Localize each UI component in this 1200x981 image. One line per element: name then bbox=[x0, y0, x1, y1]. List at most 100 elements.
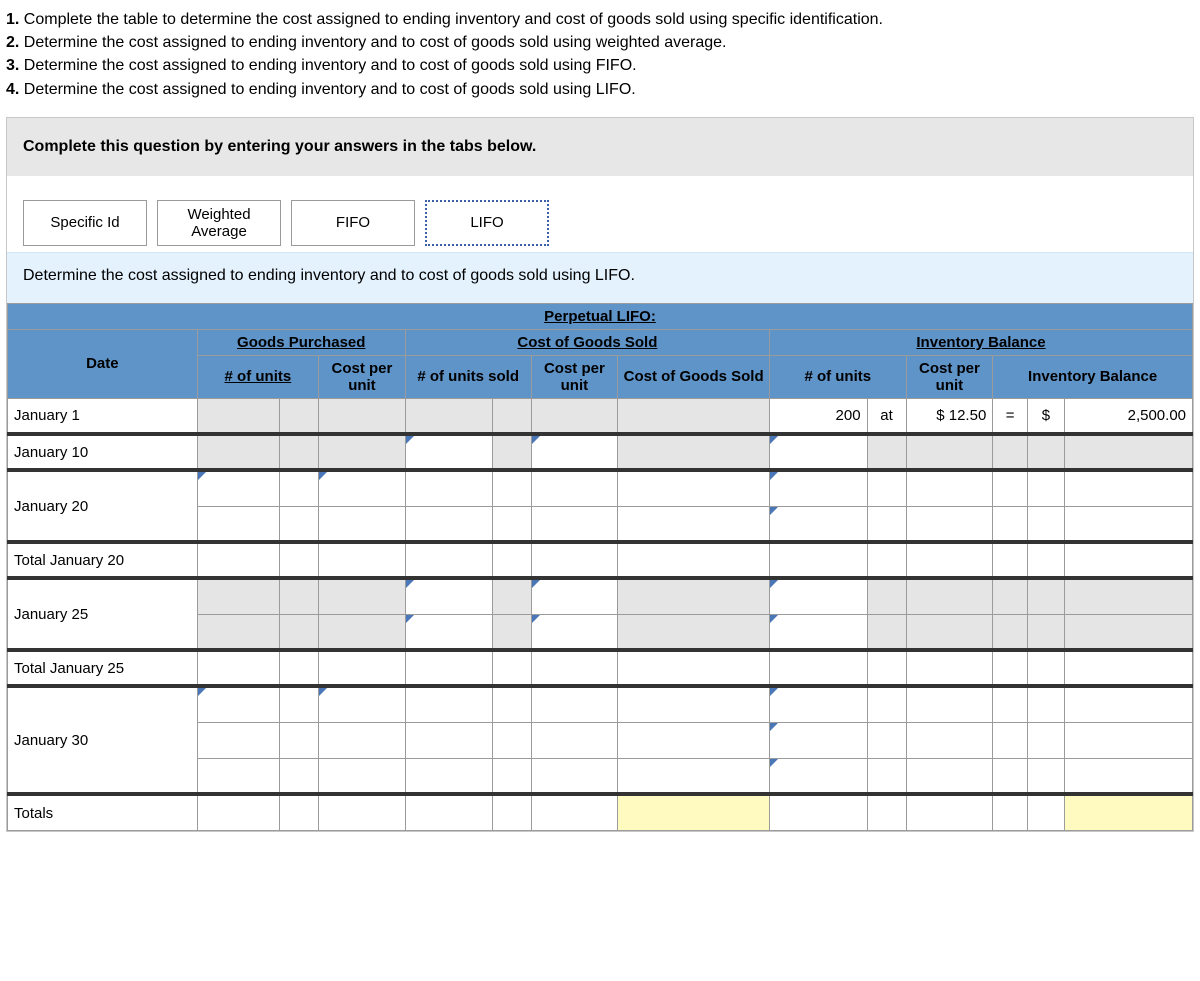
cell bbox=[867, 614, 906, 650]
cell bbox=[405, 506, 492, 542]
input-cell[interactable] bbox=[770, 434, 868, 470]
cell bbox=[618, 542, 770, 578]
cell bbox=[405, 794, 492, 830]
jan1-units[interactable]: 200 bbox=[770, 398, 868, 434]
cell bbox=[867, 686, 906, 722]
cell bbox=[618, 758, 770, 794]
cell bbox=[531, 722, 618, 758]
input-cell[interactable] bbox=[770, 614, 868, 650]
cell bbox=[867, 434, 906, 470]
cell bbox=[993, 794, 1028, 830]
jan1-cur: $ bbox=[1027, 398, 1064, 434]
jan1-balance[interactable]: 2,500.00 bbox=[1064, 398, 1192, 434]
input-cell[interactable] bbox=[405, 434, 492, 470]
input-cell[interactable] bbox=[319, 470, 406, 506]
cell bbox=[1027, 686, 1064, 722]
col-gp-units: # of units bbox=[197, 355, 318, 398]
cell bbox=[405, 470, 492, 506]
cell bbox=[993, 470, 1028, 506]
cell bbox=[531, 506, 618, 542]
input-cell[interactable] bbox=[770, 578, 868, 614]
cell bbox=[197, 614, 279, 650]
cell bbox=[405, 650, 492, 686]
input-cell[interactable] bbox=[197, 686, 279, 722]
cell bbox=[1027, 722, 1064, 758]
cell bbox=[906, 794, 993, 830]
cell bbox=[906, 758, 993, 794]
input-cell[interactable] bbox=[770, 686, 868, 722]
cell bbox=[280, 614, 319, 650]
row-label-total-jan-25: Total January 25 bbox=[8, 650, 198, 686]
jan1-cpu[interactable]: $ 12.50 bbox=[906, 398, 993, 434]
input-cell[interactable] bbox=[770, 470, 868, 506]
totals-inventory-balance[interactable] bbox=[1064, 794, 1192, 830]
cell bbox=[319, 614, 406, 650]
cell bbox=[492, 650, 531, 686]
cell bbox=[197, 506, 279, 542]
cell bbox=[993, 542, 1028, 578]
cell bbox=[492, 578, 531, 614]
input-cell[interactable] bbox=[770, 506, 868, 542]
input-cell[interactable] bbox=[770, 758, 868, 794]
row-label-total-jan-20: Total January 20 bbox=[8, 542, 198, 578]
input-cell[interactable] bbox=[531, 614, 618, 650]
input-cell[interactable] bbox=[405, 614, 492, 650]
cell bbox=[197, 398, 279, 434]
input-cell[interactable] bbox=[319, 686, 406, 722]
cell bbox=[531, 398, 618, 434]
input-cell[interactable] bbox=[531, 578, 618, 614]
col-goods-purchased: Goods Purchased bbox=[197, 329, 405, 355]
row-label-totals: Totals bbox=[8, 794, 198, 830]
cell bbox=[618, 578, 770, 614]
cell bbox=[867, 650, 906, 686]
title-row: Perpetual LIFO: bbox=[8, 303, 1193, 329]
cell bbox=[906, 722, 993, 758]
cell bbox=[319, 506, 406, 542]
group-header-row: Date Goods Purchased Cost of Goods Sold … bbox=[8, 329, 1193, 355]
cell bbox=[1064, 758, 1192, 794]
cell bbox=[280, 650, 319, 686]
col-cogs-amt: Cost of Goods Sold bbox=[618, 355, 770, 398]
cell bbox=[492, 614, 531, 650]
totals-cogs[interactable] bbox=[618, 794, 770, 830]
cell bbox=[906, 614, 993, 650]
tab-specific-id[interactable]: Specific Id bbox=[23, 200, 147, 246]
tab-lifo[interactable]: LIFO bbox=[425, 200, 549, 246]
col-gp-cpu: Cost per unit bbox=[319, 355, 406, 398]
cell bbox=[492, 758, 531, 794]
cell bbox=[618, 470, 770, 506]
cell bbox=[618, 614, 770, 650]
cell bbox=[867, 722, 906, 758]
table-title: Perpetual LIFO: bbox=[8, 303, 1193, 329]
cell bbox=[319, 650, 406, 686]
cell bbox=[770, 650, 868, 686]
cell bbox=[405, 722, 492, 758]
panel-instruction: Complete this question by entering your … bbox=[7, 118, 1193, 176]
lifo-table: Perpetual LIFO: Date Goods Purchased Cos… bbox=[7, 303, 1193, 831]
input-cell[interactable] bbox=[770, 722, 868, 758]
cell bbox=[319, 398, 406, 434]
cell bbox=[319, 578, 406, 614]
cell bbox=[1064, 434, 1192, 470]
cell bbox=[1027, 542, 1064, 578]
cell bbox=[993, 650, 1028, 686]
tab-fifo[interactable]: FIFO bbox=[291, 200, 415, 246]
cell bbox=[492, 686, 531, 722]
cell bbox=[197, 542, 279, 578]
cell bbox=[531, 650, 618, 686]
cell bbox=[1064, 686, 1192, 722]
input-cell[interactable] bbox=[405, 578, 492, 614]
col-inventory-balance: Inventory Balance bbox=[770, 329, 1193, 355]
instruction-4: 4. Determine the cost assigned to ending… bbox=[6, 78, 1194, 101]
instruction-1: 1. Complete the table to determine the c… bbox=[6, 8, 1194, 31]
input-cell[interactable] bbox=[531, 434, 618, 470]
input-cell[interactable] bbox=[197, 470, 279, 506]
cell bbox=[280, 758, 319, 794]
cell bbox=[405, 398, 492, 434]
cell bbox=[280, 434, 319, 470]
cell bbox=[770, 542, 868, 578]
cell bbox=[319, 542, 406, 578]
cell bbox=[906, 650, 993, 686]
tab-weighted-average[interactable]: Weighted Average bbox=[157, 200, 281, 246]
cell bbox=[993, 614, 1028, 650]
